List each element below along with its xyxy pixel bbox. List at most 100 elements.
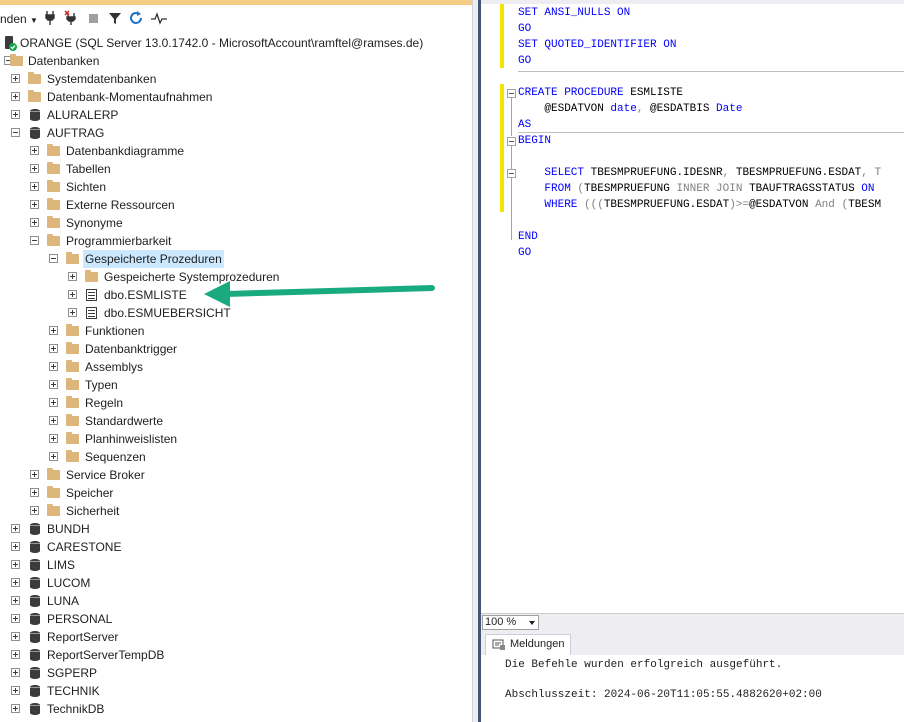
code-line: END [518,231,538,243]
database-icon [27,521,43,537]
database-icon [27,575,43,591]
expand-icon[interactable] [11,92,20,101]
filter-icon[interactable] [108,10,122,28]
expand-icon[interactable] [11,596,20,605]
object-explorer: nden ▼ ORANGE (SQL Server 13.0.1742.0 - … [0,0,472,722]
outline-line [511,98,512,136]
folder-icon [65,251,81,267]
folder-icon [46,179,62,195]
expand-icon[interactable] [30,218,39,227]
folder-icon [65,431,81,447]
expand-icon[interactable] [11,668,20,677]
object-explorer-toolbar: nden ▼ [0,6,472,33]
expand-icon[interactable] [49,434,58,443]
expand-icon[interactable] [30,146,39,155]
expand-icon[interactable] [11,524,20,533]
code-line: SET QUOTED_IDENTIFIER ON [518,39,677,51]
outline-line [511,146,512,170]
collapse-region-icon[interactable] [507,137,516,146]
expand-icon[interactable] [49,362,58,371]
database-icon [27,611,43,627]
collapse-icon[interactable] [49,254,58,263]
code-line: AS [518,119,532,131]
expand-icon[interactable] [49,452,58,461]
expand-icon[interactable] [68,272,77,281]
change-marker [500,84,504,212]
folder-icon [46,197,62,213]
connect-plug-icon[interactable] [44,10,56,28]
expand-icon[interactable] [11,74,20,83]
tab-messages[interactable]: Meldungen [485,634,571,655]
code-line: CREATE PROCEDURE ESMLISTE [518,87,684,99]
folder-icon [65,377,81,393]
expand-icon[interactable] [11,110,20,119]
expand-icon[interactable] [49,344,58,353]
folder-icon [46,161,62,177]
expand-icon[interactable] [30,506,39,515]
server-label: ORANGE (SQL Server 13.0.1742.0 - Microso… [20,36,424,50]
chevron-down-icon[interactable] [529,621,535,625]
collapse-region-icon[interactable] [507,89,516,98]
expand-icon[interactable] [49,398,58,407]
expand-icon[interactable] [49,380,58,389]
expand-icon[interactable] [49,326,58,335]
expand-icon[interactable] [49,416,58,425]
messages-icon [492,639,506,658]
outline-line [511,178,512,240]
database-icon [27,647,43,663]
database-icon [27,125,43,141]
query-editor[interactable]: SET ANSI_NULLS ON GO SET QUOTED_IDENTIFI… [481,0,904,613]
collapse-icon[interactable] [30,236,39,245]
stop-icon[interactable] [88,10,100,28]
folder-icon [65,359,81,375]
expand-icon[interactable] [11,686,20,695]
results-tab-bar: Meldungen [481,631,904,655]
database-icon [27,107,43,123]
folder-icon [46,215,62,231]
editor-tab-strip [481,0,904,4]
disconnect-icon[interactable] [64,10,78,28]
folder-icon [46,485,62,501]
expand-icon[interactable] [11,560,20,569]
database-icon [27,665,43,681]
database-icon [27,539,43,555]
connect-dropdown-icon: ▼ [30,16,38,25]
folder-icon [27,89,43,105]
expand-icon[interactable] [11,704,20,713]
code-line: BEGIN [518,135,552,147]
expand-icon[interactable] [30,164,39,173]
stored-procedure-icon [84,287,100,303]
annotation-arrow [204,281,435,307]
collapse-icon[interactable] [11,128,20,137]
database-icon [27,557,43,573]
message-line: Abschlusszeit: 2024-06-20T11:05:55.48826… [505,689,822,701]
folder-icon [46,467,62,483]
expand-icon[interactable] [11,650,20,659]
results-pane: Meldungen Die Befehle wurden erfolgreich… [481,631,904,722]
expand-icon[interactable] [30,488,39,497]
code-line: GO [518,23,532,35]
refresh-icon[interactable] [128,10,144,28]
batch-separator [518,132,904,133]
database-icon [27,683,43,699]
database-icon [27,629,43,645]
editor-status-bar: 100 % [481,613,904,631]
expand-icon[interactable] [30,182,39,191]
code-line: GO [518,247,532,259]
connect-button[interactable]: nden ▼ [0,10,38,28]
code-line: FROM (TBESMPRUEFUNG INNER JOIN TBAUFTRAG… [518,183,882,195]
expand-icon[interactable] [68,290,77,299]
expand-icon[interactable] [30,470,39,479]
expand-icon[interactable] [11,632,20,641]
activity-monitor-icon[interactable] [150,10,168,28]
expand-icon[interactable] [11,578,20,587]
server-icon [2,35,18,51]
folder-icon [46,503,62,519]
expand-icon[interactable] [30,200,39,209]
folder-icon [65,449,81,465]
expand-icon[interactable] [11,542,20,551]
collapse-region-icon[interactable] [507,169,516,178]
zoom-select[interactable]: 100 % [482,615,539,630]
expand-icon[interactable] [11,614,20,623]
expand-icon[interactable] [68,308,77,317]
